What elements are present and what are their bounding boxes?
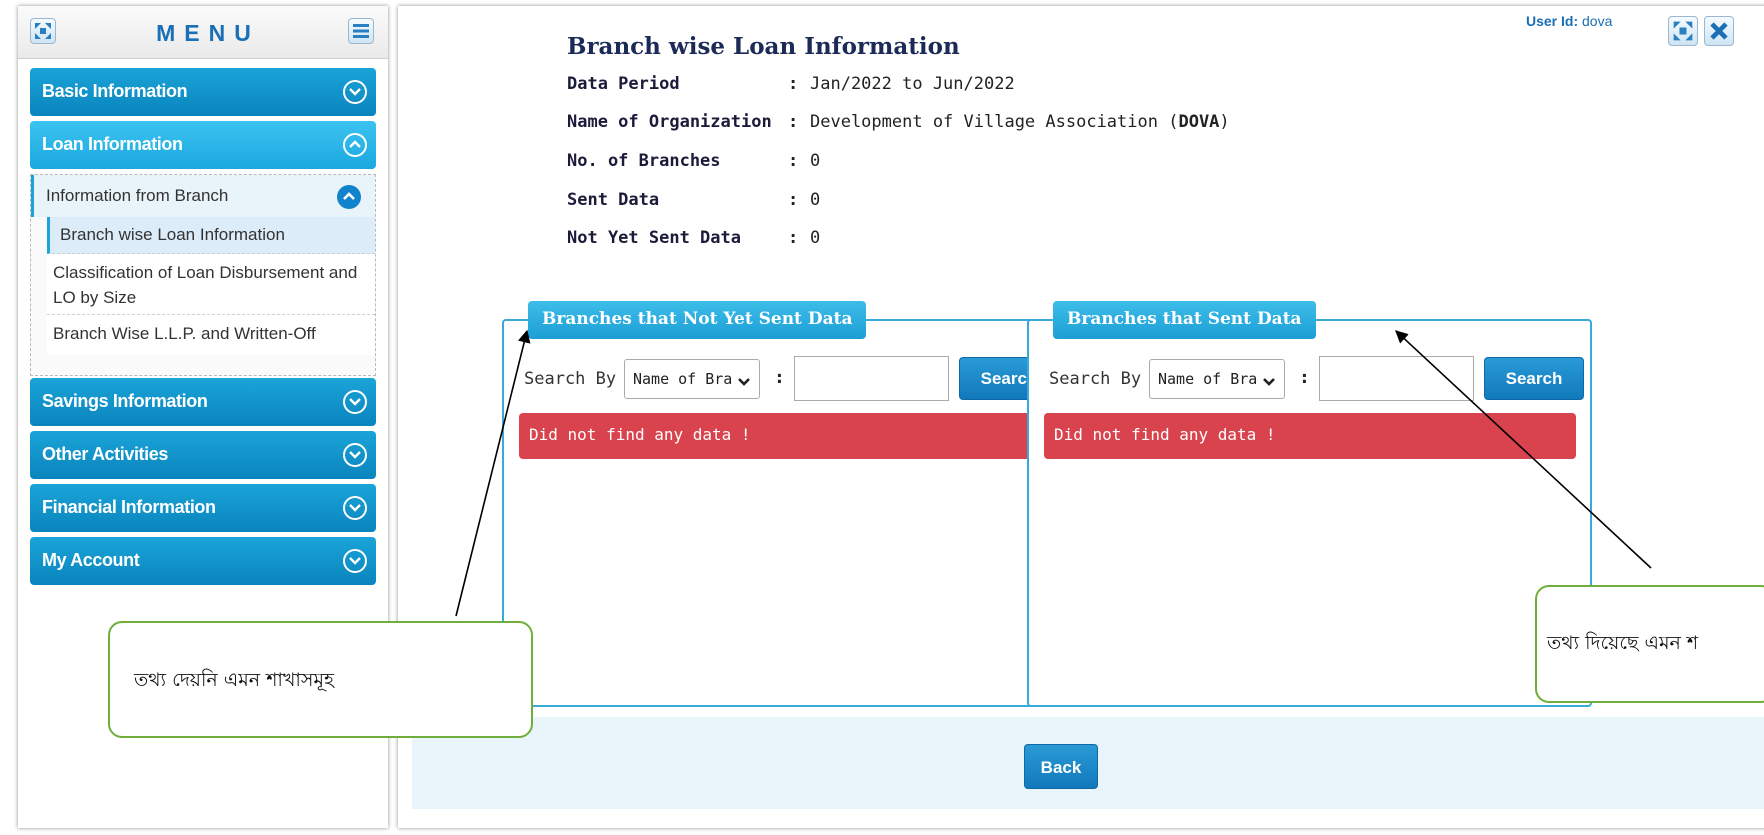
search-button[interactable]: Search <box>1484 357 1584 400</box>
chevron-down-icon <box>343 443 367 467</box>
select-colon: : <box>1299 367 1310 388</box>
hamburger-icon[interactable] <box>348 18 374 44</box>
sidebar-item-label: Savings Information <box>42 391 208 411</box>
chevron-down-icon <box>737 373 751 391</box>
no-data-alert: Did not find any data ! <box>519 413 1051 459</box>
chevron-down-icon <box>343 80 367 104</box>
info-value-sent-data: 0 <box>810 190 821 210</box>
search-input[interactable] <box>794 356 949 401</box>
select-value: Name of Bra <box>633 370 733 388</box>
menu-title: MENU <box>156 20 260 46</box>
panel-sent: Branches that Sent Data Search By Name o… <box>1027 301 1592 707</box>
chevron-down-icon <box>1262 373 1276 391</box>
sidebar-item-savings-information[interactable]: Savings Information <box>30 378 376 426</box>
search-by-label: Search By <box>524 369 617 389</box>
sidebar-item-label: My Account <box>42 550 140 570</box>
submenu-item-label: Classification of Loan Disbursement and … <box>53 263 358 307</box>
fullscreen-icon[interactable] <box>1668 16 1698 46</box>
chevron-up-icon <box>337 185 361 209</box>
info-label-branches: No. of Branches <box>567 151 721 171</box>
expand-icon[interactable] <box>30 18 56 44</box>
search-by-select[interactable]: Name of Bra <box>624 359 760 399</box>
info-colon: : <box>788 74 799 94</box>
sidebar-item-label: Financial Information <box>42 497 216 517</box>
submenu-item-branch-wise-llp[interactable]: Branch Wise L.L.P. and Written-Off <box>47 315 375 355</box>
info-label-data-period: Data Period <box>567 74 680 94</box>
sidebar-item-label: Basic Information <box>42 81 188 101</box>
chevron-up-icon <box>343 133 367 157</box>
user-id: User Id: dova <box>1526 13 1612 29</box>
panel-not-yet-sent: Branches that Not Yet Sent Data Search B… <box>502 301 1067 707</box>
info-value-data-period: Jan/2022 to Jun/2022 <box>810 74 1015 94</box>
page-title: Branch wise Loan Information <box>567 33 960 60</box>
search-by-label: Search By <box>1049 369 1142 389</box>
sidebar-item-other-activities[interactable]: Other Activities <box>30 431 376 479</box>
sidebar-item-loan-information[interactable]: Loan Information <box>30 121 376 169</box>
annotation-callout-not-sent: তথ্য দেয়নি এমন শাখাসমূহ <box>108 621 533 738</box>
org-abbreviation: DOVA <box>1178 112 1220 132</box>
sidebar-item-financial-information[interactable]: Financial Information <box>30 484 376 532</box>
chevron-down-icon <box>343 390 367 414</box>
info-label-not-yet-sent: Not Yet Sent Data <box>567 228 741 248</box>
chevron-down-icon <box>343 496 367 520</box>
info-value-branches: 0 <box>810 151 821 171</box>
org-suffix: ) <box>1219 112 1230 132</box>
org-name: Development of Village Association ( <box>810 112 1179 132</box>
select-colon: : <box>774 367 785 388</box>
info-label-organization: Name of Organization <box>567 112 772 132</box>
menu-header: MENU <box>18 6 388 59</box>
sidebar-item-basic-information[interactable]: Basic Information <box>30 68 376 116</box>
search-by-select[interactable]: Name of Bra <box>1149 359 1285 399</box>
back-button[interactable]: Back <box>1024 744 1098 789</box>
info-colon: : <box>788 190 799 210</box>
close-icon[interactable] <box>1704 16 1734 46</box>
info-colon: : <box>788 112 799 132</box>
panel-title: Branches that Sent Data <box>1053 301 1316 339</box>
info-label-sent-data: Sent Data <box>567 190 660 210</box>
sidebar-item-label: Other Activities <box>42 444 168 464</box>
no-data-alert: Did not find any data ! <box>1044 413 1576 459</box>
submenu-item-label: Branch wise Loan Information <box>60 225 285 244</box>
panel-title: Branches that Not Yet Sent Data <box>528 301 867 339</box>
submenu-item-label: Branch Wise L.L.P. and Written-Off <box>53 324 316 343</box>
user-id-value: dova <box>1582 13 1613 29</box>
main-content: User Id: dova Branch wise Loan Informati… <box>398 6 1764 828</box>
info-value-not-yet-sent: 0 <box>810 228 821 248</box>
sidebar-item-my-account[interactable]: My Account <box>30 537 376 585</box>
search-input[interactable] <box>1319 356 1474 401</box>
chevron-down-icon <box>343 549 367 573</box>
submenu-parent-label: Information from Branch <box>46 186 229 205</box>
info-value-organization: Development of Village Association (DOVA… <box>810 112 1230 132</box>
loan-submenu: Information from Branch Branch wise Loan… <box>30 174 376 376</box>
info-colon: : <box>788 228 799 248</box>
user-id-label: User Id: <box>1526 13 1579 29</box>
sidebar-item-label: Loan Information <box>42 134 183 154</box>
annotation-callout-sent: তথ্য দিয়েছে এমন শ <box>1535 585 1764 703</box>
submenu-item-branch-wise-loan-information[interactable]: Branch wise Loan Information <box>47 217 375 254</box>
select-value: Name of Bra <box>1158 370 1258 388</box>
submenu-item-information-from-branch[interactable]: Information from Branch <box>31 175 375 217</box>
submenu-item-classification-of-loan[interactable]: Classification of Loan Disbursement and … <box>47 254 375 315</box>
info-colon: : <box>788 151 799 171</box>
